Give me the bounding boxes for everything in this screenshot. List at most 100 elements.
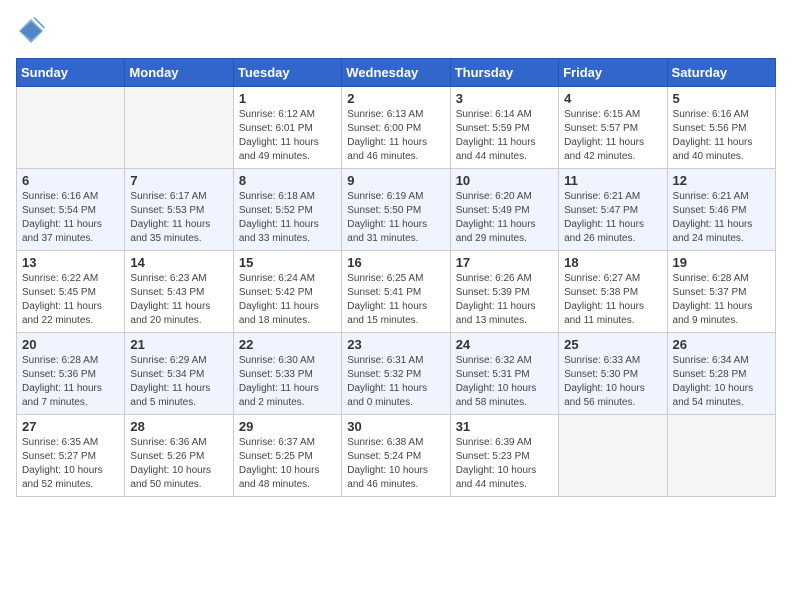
- day-info: Sunrise: 6:27 AM Sunset: 5:38 PM Dayligh…: [564, 272, 661, 328]
- day-number: 28: [130, 419, 227, 434]
- calendar-cell: 6 Sunrise: 6:16 AM Sunset: 5:54 PM Daylig…: [17, 169, 125, 251]
- day-info: Sunrise: 6:37 AM Sunset: 5:25 PM Dayligh…: [239, 436, 336, 492]
- calendar-cell: 19 Sunrise: 6:28 AM Sunset: 5:37 PM Dayli…: [667, 251, 775, 333]
- calendar-cell: 2Sunrise: 6:13 AM Sunset: 6:00 PM Daylig…: [342, 87, 450, 169]
- calendar-cell: 18 Sunrise: 6:27 AM Sunset: 5:38 PM Dayli…: [559, 251, 667, 333]
- day-info: Sunrise: 6:14 AM Sunset: 5:59 PM Dayligh…: [456, 108, 553, 164]
- calendar-cell: 20Sunrise: 6:28 AM Sunset: 5:36 PM Dayli…: [17, 333, 125, 415]
- calendar-cell: 1 Sunrise: 6:12 AM Sunset: 6:01 PM Daylig…: [233, 87, 341, 169]
- calendar-cell: 9 Sunrise: 6:19 AM Sunset: 5:50 PM Daylig…: [342, 169, 450, 251]
- calendar-cell: 26 Sunrise: 6:34 AM Sunset: 5:28 PM Dayli…: [667, 333, 775, 415]
- calendar-cell: 25 Sunrise: 6:33 AM Sunset: 5:30 PM Dayli…: [559, 333, 667, 415]
- day-info: Sunrise: 6:13 AM Sunset: 6:00 PM Dayligh…: [347, 108, 444, 164]
- calendar-cell: 11 Sunrise: 6:21 AM Sunset: 5:47 PM Dayli…: [559, 169, 667, 251]
- day-number: 13: [22, 255, 119, 270]
- day-number: 21: [130, 337, 227, 352]
- day-info: Sunrise: 6:25 AM Sunset: 5:41 PM Dayligh…: [347, 272, 444, 328]
- weekday-header-saturday: Saturday: [667, 59, 775, 87]
- day-info: Sunrise: 6:19 AM Sunset: 5:50 PM Dayligh…: [347, 190, 444, 246]
- calendar-cell: 10 Sunrise: 6:20 AM Sunset: 5:49 PM Dayli…: [450, 169, 558, 251]
- logo-icon: [16, 16, 46, 46]
- day-number: 20: [22, 337, 119, 352]
- day-info: Sunrise: 6:21 AM Sunset: 5:46 PM Dayligh…: [673, 190, 770, 246]
- day-info: Sunrise: 6:38 AM Sunset: 5:24 PM Dayligh…: [347, 436, 444, 492]
- calendar-week-4: 20Sunrise: 6:28 AM Sunset: 5:36 PM Dayli…: [17, 333, 776, 415]
- day-number: 12: [673, 173, 770, 188]
- calendar-cell: [559, 415, 667, 497]
- day-number: 24: [456, 337, 553, 352]
- day-number: 9: [347, 173, 444, 188]
- calendar-cell: 22Sunrise: 6:30 AM Sunset: 5:33 PM Dayli…: [233, 333, 341, 415]
- calendar-cell: 3 Sunrise: 6:14 AM Sunset: 5:59 PM Daylig…: [450, 87, 558, 169]
- day-info: Sunrise: 6:36 AM Sunset: 5:26 PM Dayligh…: [130, 436, 227, 492]
- calendar-cell: [667, 415, 775, 497]
- day-info: Sunrise: 6:31 AM Sunset: 5:32 PM Dayligh…: [347, 354, 444, 410]
- day-number: 11: [564, 173, 661, 188]
- calendar-cell: 29 Sunrise: 6:37 AM Sunset: 5:25 PM Dayli…: [233, 415, 341, 497]
- calendar-cell: 5 Sunrise: 6:16 AM Sunset: 5:56 PM Daylig…: [667, 87, 775, 169]
- calendar-cell: 28 Sunrise: 6:36 AM Sunset: 5:26 PM Dayli…: [125, 415, 233, 497]
- day-number: 15: [239, 255, 336, 270]
- calendar-week-3: 13 Sunrise: 6:22 AM Sunset: 5:45 PM Dayli…: [17, 251, 776, 333]
- calendar-cell: [17, 87, 125, 169]
- day-info: Sunrise: 6:22 AM Sunset: 5:45 PM Dayligh…: [22, 272, 119, 328]
- day-info: Sunrise: 6:12 AM Sunset: 6:01 PM Dayligh…: [239, 108, 336, 164]
- calendar-week-2: 6 Sunrise: 6:16 AM Sunset: 5:54 PM Daylig…: [17, 169, 776, 251]
- day-number: 14: [130, 255, 227, 270]
- day-number: 30: [347, 419, 444, 434]
- calendar: SundayMondayTuesdayWednesdayThursdayFrid…: [16, 58, 776, 497]
- day-info: Sunrise: 6:16 AM Sunset: 5:56 PM Dayligh…: [673, 108, 770, 164]
- calendar-cell: 24 Sunrise: 6:32 AM Sunset: 5:31 PM Dayli…: [450, 333, 558, 415]
- weekday-header-wednesday: Wednesday: [342, 59, 450, 87]
- day-number: 29: [239, 419, 336, 434]
- day-info: Sunrise: 6:20 AM Sunset: 5:49 PM Dayligh…: [456, 190, 553, 246]
- weekday-header-monday: Monday: [125, 59, 233, 87]
- day-info: Sunrise: 6:34 AM Sunset: 5:28 PM Dayligh…: [673, 354, 770, 410]
- calendar-cell: 12 Sunrise: 6:21 AM Sunset: 5:46 PM Dayli…: [667, 169, 775, 251]
- calendar-cell: 16Sunrise: 6:25 AM Sunset: 5:41 PM Dayli…: [342, 251, 450, 333]
- day-info: Sunrise: 6:26 AM Sunset: 5:39 PM Dayligh…: [456, 272, 553, 328]
- calendar-cell: 8 Sunrise: 6:18 AM Sunset: 5:52 PM Daylig…: [233, 169, 341, 251]
- day-info: Sunrise: 6:15 AM Sunset: 5:57 PM Dayligh…: [564, 108, 661, 164]
- day-number: 22: [239, 337, 336, 352]
- day-info: Sunrise: 6:23 AM Sunset: 5:43 PM Dayligh…: [130, 272, 227, 328]
- calendar-cell: 27 Sunrise: 6:35 AM Sunset: 5:27 PM Dayli…: [17, 415, 125, 497]
- day-number: 10: [456, 173, 553, 188]
- calendar-week-5: 27 Sunrise: 6:35 AM Sunset: 5:27 PM Dayli…: [17, 415, 776, 497]
- day-number: 25: [564, 337, 661, 352]
- day-number: 1: [239, 91, 336, 106]
- day-info: Sunrise: 6:29 AM Sunset: 5:34 PM Dayligh…: [130, 354, 227, 410]
- calendar-cell: 17 Sunrise: 6:26 AM Sunset: 5:39 PM Dayli…: [450, 251, 558, 333]
- day-info: Sunrise: 6:32 AM Sunset: 5:31 PM Dayligh…: [456, 354, 553, 410]
- day-info: Sunrise: 6:28 AM Sunset: 5:37 PM Dayligh…: [673, 272, 770, 328]
- day-info: Sunrise: 6:16 AM Sunset: 5:54 PM Dayligh…: [22, 190, 119, 246]
- day-number: 6: [22, 173, 119, 188]
- day-number: 4: [564, 91, 661, 106]
- calendar-cell: 30 Sunrise: 6:38 AM Sunset: 5:24 PM Dayli…: [342, 415, 450, 497]
- day-number: 8: [239, 173, 336, 188]
- day-number: 23: [347, 337, 444, 352]
- day-info: Sunrise: 6:35 AM Sunset: 5:27 PM Dayligh…: [22, 436, 119, 492]
- weekday-header-sunday: Sunday: [17, 59, 125, 87]
- page-header: [16, 16, 776, 46]
- calendar-cell: 15 Sunrise: 6:24 AM Sunset: 5:42 PM Dayli…: [233, 251, 341, 333]
- day-number: 31: [456, 419, 553, 434]
- calendar-cell: 7Sunrise: 6:17 AM Sunset: 5:53 PM Daylig…: [125, 169, 233, 251]
- day-number: 27: [22, 419, 119, 434]
- logo: [16, 16, 52, 46]
- day-info: Sunrise: 6:21 AM Sunset: 5:47 PM Dayligh…: [564, 190, 661, 246]
- calendar-cell: [125, 87, 233, 169]
- day-number: 3: [456, 91, 553, 106]
- day-info: Sunrise: 6:18 AM Sunset: 5:52 PM Dayligh…: [239, 190, 336, 246]
- day-number: 5: [673, 91, 770, 106]
- day-info: Sunrise: 6:33 AM Sunset: 5:30 PM Dayligh…: [564, 354, 661, 410]
- calendar-cell: 21 Sunrise: 6:29 AM Sunset: 5:34 PM Dayli…: [125, 333, 233, 415]
- day-info: Sunrise: 6:39 AM Sunset: 5:23 PM Dayligh…: [456, 436, 553, 492]
- day-number: 19: [673, 255, 770, 270]
- weekday-header-tuesday: Tuesday: [233, 59, 341, 87]
- day-info: Sunrise: 6:24 AM Sunset: 5:42 PM Dayligh…: [239, 272, 336, 328]
- calendar-cell: 14 Sunrise: 6:23 AM Sunset: 5:43 PM Dayli…: [125, 251, 233, 333]
- day-number: 18: [564, 255, 661, 270]
- day-number: 26: [673, 337, 770, 352]
- day-number: 17: [456, 255, 553, 270]
